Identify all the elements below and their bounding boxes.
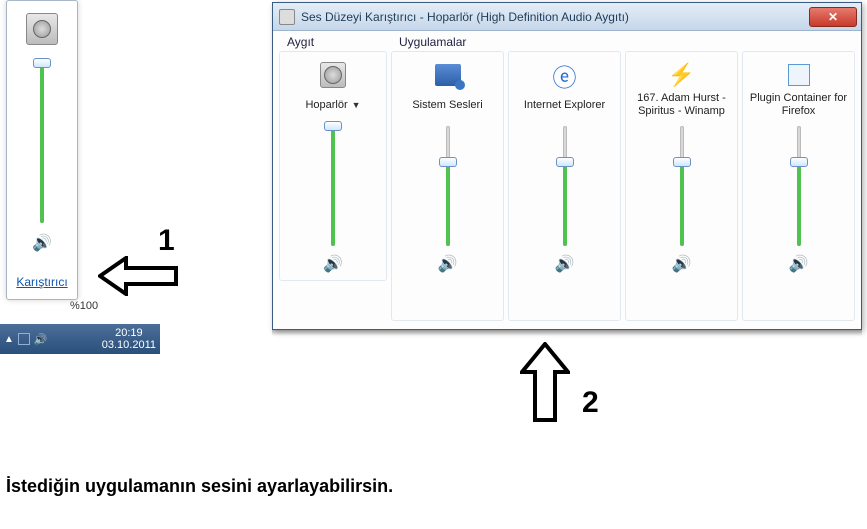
- tray-up-icon[interactable]: ▲: [4, 334, 14, 345]
- mute-button[interactable]: 🔊: [789, 254, 809, 274]
- ie-icon: ⓔ: [550, 60, 580, 90]
- mixer-column-app: ⚡ 167. Adam Hurst - Spiritus - Winamp 🔊: [625, 51, 738, 321]
- master-volume-fill: [40, 63, 44, 223]
- apps-section: Sistem Sesleri 🔊 ⓔ Internet Explorer 🔊 ⚡…: [389, 35, 857, 323]
- mixer-column-app: ⓔ Internet Explorer 🔊: [508, 51, 621, 321]
- close-button[interactable]: ✕: [809, 7, 857, 27]
- arrow-left-icon: [98, 256, 178, 296]
- taskbar: ▲ 🔊 20:19 03.10.2011: [0, 324, 160, 354]
- app-volume-slider[interactable]: [789, 126, 809, 246]
- mixer-column-device: Hoparlör ▼ 🔊: [279, 51, 387, 281]
- section-label-apps: Uygulamalar: [399, 35, 466, 49]
- app-label: 167. Adam Hurst - Spiritus - Winamp: [630, 90, 733, 120]
- mixer-column-app: Sistem Sesleri 🔊: [391, 51, 504, 321]
- titlebar[interactable]: Ses Düzeyi Karıştırıcı - Hoparlör (High …: [273, 3, 861, 31]
- mixer-link[interactable]: Karıştırıcı: [16, 275, 67, 289]
- app-label: Sistem Sesleri: [412, 90, 482, 120]
- window-icon: [279, 9, 295, 25]
- annotation-1: 1: [158, 224, 175, 258]
- app-label: Internet Explorer: [524, 90, 605, 120]
- clock-time: 20:19: [102, 327, 156, 339]
- winamp-icon: ⚡: [667, 60, 697, 90]
- device-volume-slider[interactable]: [323, 126, 343, 246]
- speaker-icon[interactable]: 🔊: [32, 233, 52, 253]
- tray-volume-icon[interactable]: 🔊: [34, 333, 48, 346]
- app-label: Plugin Container for Firefox: [747, 90, 850, 120]
- firefox-plugin-icon: [784, 60, 814, 90]
- master-volume-slider[interactable]: [32, 63, 52, 223]
- volume-percent-label: %100: [70, 300, 98, 312]
- mute-button[interactable]: 🔊: [323, 254, 343, 274]
- taskbar-clock[interactable]: 20:19 03.10.2011: [102, 327, 156, 351]
- device-section: Hoparlör ▼ 🔊: [277, 35, 389, 323]
- mute-button[interactable]: 🔊: [555, 254, 575, 274]
- app-volume-slider[interactable]: [555, 126, 575, 246]
- app-volume-slider[interactable]: [438, 126, 458, 246]
- master-volume-thumb[interactable]: [33, 58, 51, 68]
- mute-button[interactable]: 🔊: [438, 254, 458, 274]
- caption-text: İstediğin uygulamanın sesini ayarlayabil…: [6, 476, 393, 497]
- tray-item-icon[interactable]: [18, 333, 30, 345]
- app-volume-slider[interactable]: [672, 126, 692, 246]
- system-sounds-icon: [433, 60, 463, 90]
- section-label-device: Aygıt: [287, 35, 314, 49]
- annotation-2: 2: [582, 386, 599, 420]
- chevron-down-icon[interactable]: ▼: [352, 100, 361, 110]
- arrow-up-icon: [520, 342, 570, 422]
- mute-button[interactable]: 🔊: [672, 254, 692, 274]
- speaker-device-icon: [318, 60, 348, 90]
- volume-mixer-window: Ses Düzeyi Karıştırıcı - Hoparlör (High …: [272, 2, 862, 330]
- clock-date: 03.10.2011: [102, 339, 156, 351]
- window-title: Ses Düzeyi Karıştırıcı - Hoparlör (High …: [301, 10, 629, 24]
- mixer-body: Aygıt Uygulamalar Hoparlör ▼ 🔊 Sistem Se…: [273, 31, 861, 329]
- volume-flyout: 🔊 Karıştırıcı: [6, 0, 78, 300]
- device-label[interactable]: Hoparlör ▼: [305, 90, 360, 120]
- window-shadow: [272, 330, 862, 336]
- speaker-device-icon: [26, 13, 58, 45]
- mixer-column-app: Plugin Container for Firefox 🔊: [742, 51, 855, 321]
